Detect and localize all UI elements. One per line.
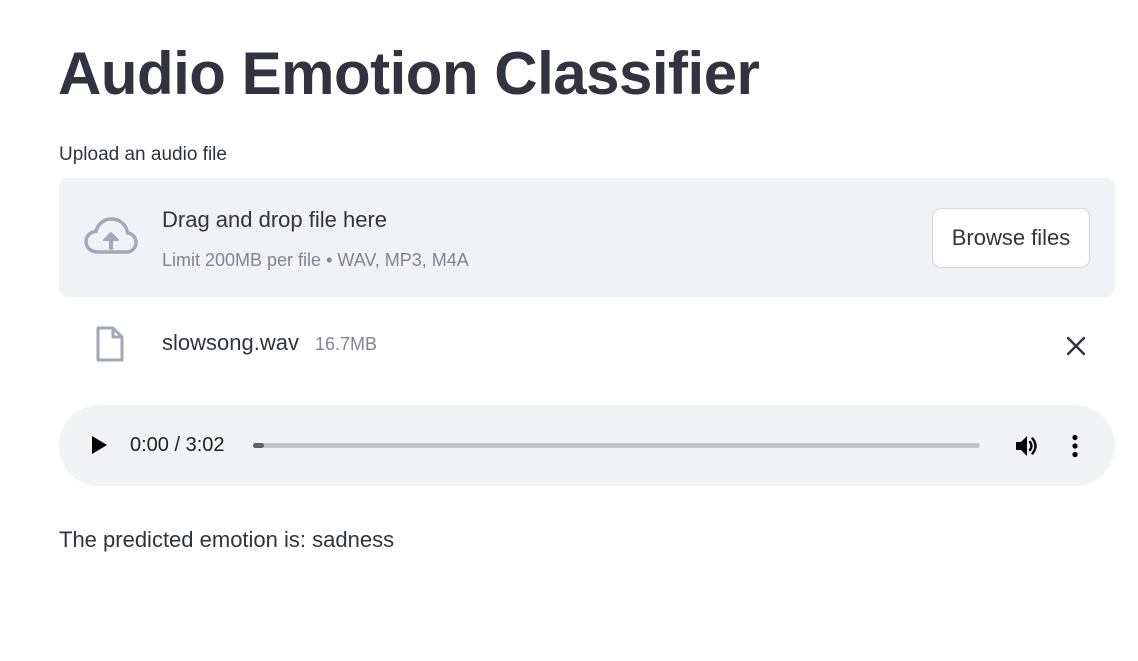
- audio-time-display: 0:00 / 3:02: [130, 434, 225, 456]
- app-page: Audio Emotion Classifier Upload an audio…: [0, 0, 1138, 661]
- uploaded-file-size: 16.7MB: [315, 334, 378, 354]
- audio-player: 0:00 / 3:02: [59, 405, 1115, 486]
- audio-progress-slider[interactable]: [253, 443, 980, 448]
- uploaded-file-name: slowsong.wav: [162, 330, 299, 355]
- uploaded-file-row: slowsong.wav 16.7MB: [59, 318, 1115, 372]
- play-icon[interactable]: [87, 433, 111, 457]
- dropzone-title: Drag and drop file here: [162, 207, 388, 232]
- prediction-result: The predicted emotion is: sadness: [59, 527, 395, 552]
- close-icon[interactable]: [1062, 332, 1090, 360]
- file-icon: [96, 326, 124, 362]
- dropzone-limit-text: Limit 200MB per file • WAV, MP3, M4A: [162, 250, 469, 270]
- file-dropzone[interactable]: Drag and drop file here Limit 200MB per …: [59, 178, 1115, 297]
- audio-progress-fill: [253, 443, 264, 448]
- cloud-upload-icon: [84, 217, 138, 254]
- page-title: Audio Emotion Classifier: [58, 40, 760, 107]
- browse-files-button[interactable]: Browse files: [932, 208, 1090, 268]
- more-vertical-icon[interactable]: [1062, 433, 1088, 459]
- uploader-label: Upload an audio file: [59, 144, 227, 165]
- volume-icon[interactable]: [1014, 433, 1040, 459]
